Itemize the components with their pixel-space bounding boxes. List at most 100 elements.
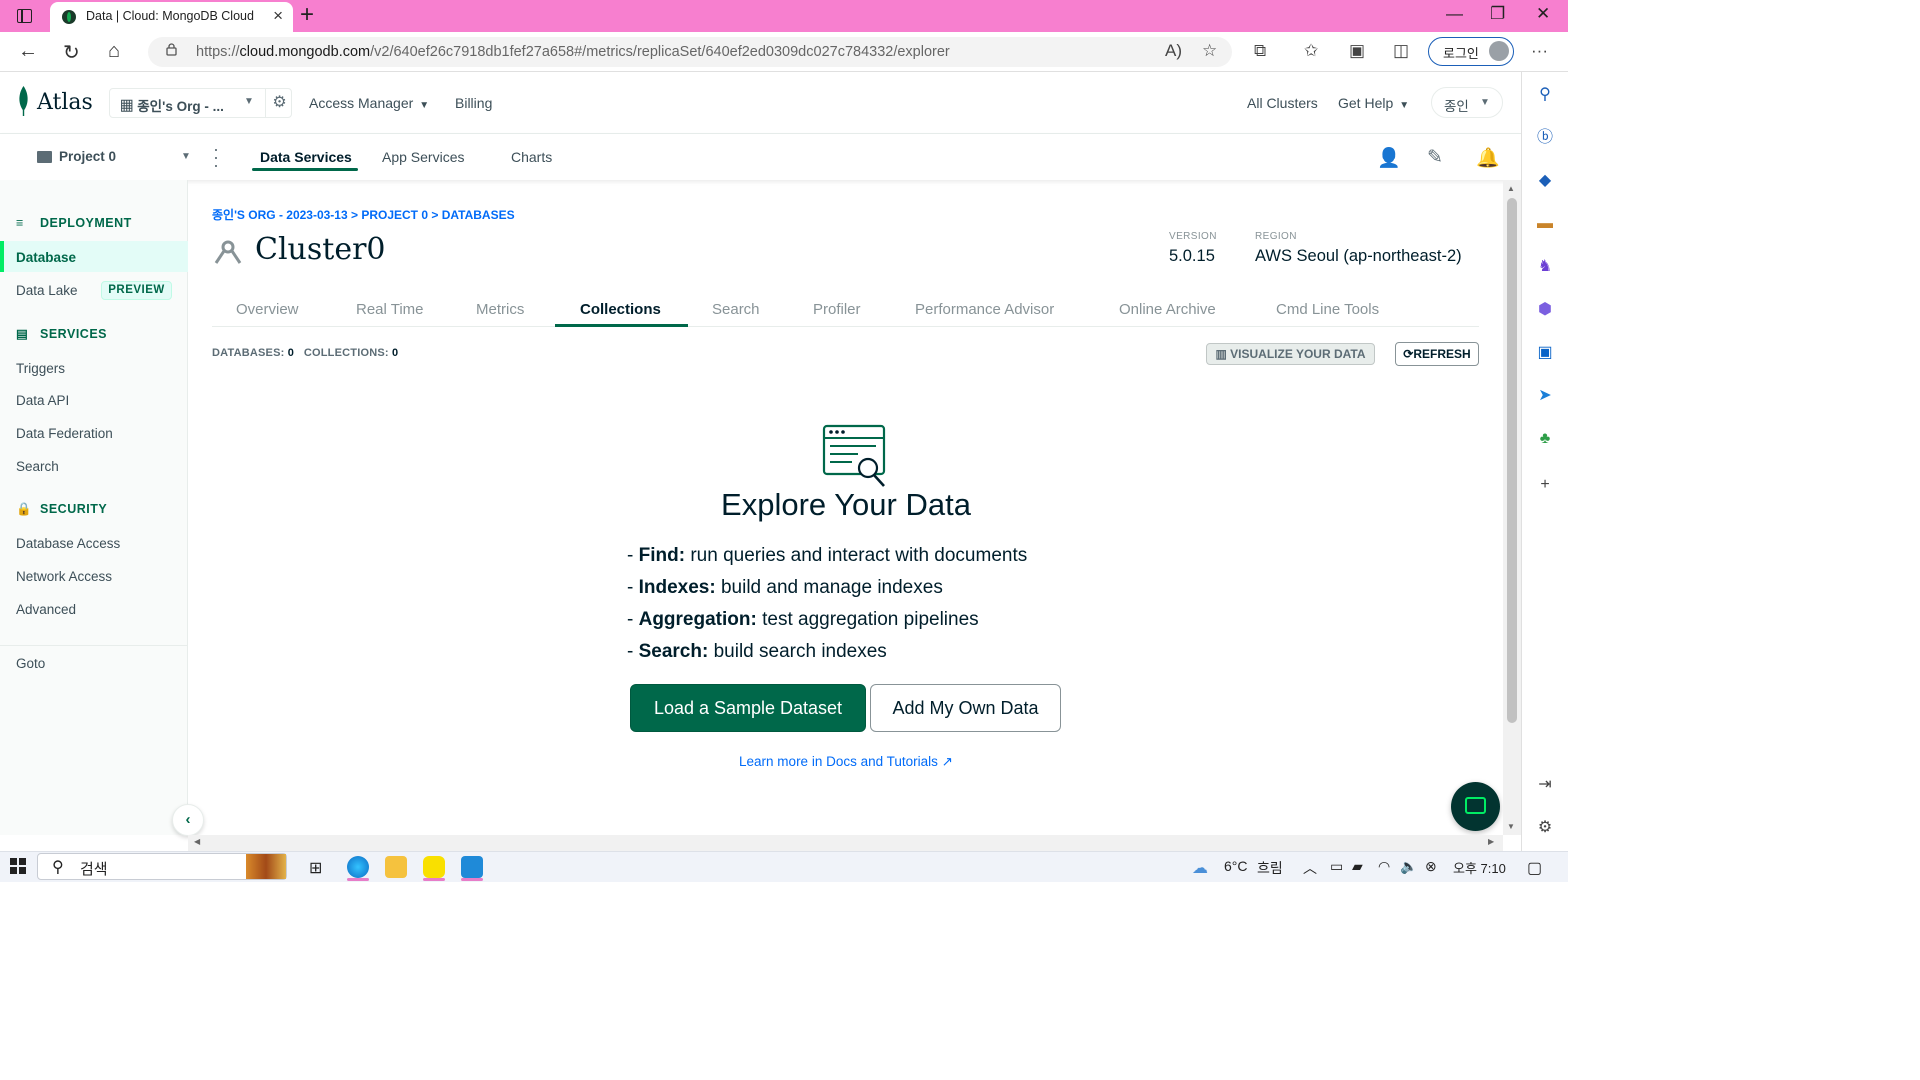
taskbar-search-input[interactable]: ⚲ 검색 <box>37 853 287 880</box>
chevron-down-icon[interactable]: ▼ <box>181 151 191 162</box>
vertical-scrollbar[interactable]: ▲ ▼ <box>1503 180 1521 835</box>
outlook-icon[interactable]: ▣ <box>1535 343 1555 363</box>
tree-icon[interactable]: ♣ <box>1535 429 1555 449</box>
browser-tab[interactable]: Data | Cloud: MongoDB Cloud × <box>50 2 293 32</box>
tab-collections[interactable]: Collections <box>580 301 661 318</box>
tab-close-icon[interactable]: × <box>273 6 283 26</box>
bell-icon[interactable]: 🔔 <box>1476 146 1500 170</box>
games-icon[interactable]: ♞ <box>1535 257 1555 277</box>
windows-start-icon[interactable] <box>10 858 26 874</box>
tab-actions-icon[interactable] <box>17 9 32 23</box>
sidebar-item-search[interactable]: Search <box>16 459 59 474</box>
weather-temp[interactable]: 6°C <box>1224 858 1248 874</box>
tab-data-services[interactable]: Data Services <box>260 149 352 165</box>
read-aloud-icon[interactable]: A) <box>1165 41 1182 61</box>
more-menu-icon[interactable]: ··· <box>1531 41 1548 61</box>
get-help-menu[interactable]: Get Help ▼ <box>1338 95 1409 111</box>
sidebar-item-data-lake[interactable]: Data Lake <box>16 283 78 298</box>
sidebar-item-database[interactable]: Database <box>16 250 76 265</box>
search-icon[interactable]: ⚲ <box>1535 85 1555 105</box>
url-field[interactable]: https://cloud.mongodb.com/v2/640ef26c791… <box>148 37 1232 67</box>
restore-icon[interactable]: ❐ <box>1490 4 1505 24</box>
edge-feature-icon[interactable]: ◫ <box>1393 41 1409 61</box>
shopping-tag-icon[interactable]: ◆ <box>1535 171 1555 191</box>
volume-icon[interactable]: 🔈 <box>1400 858 1417 875</box>
breadcrumb[interactable]: 종인'S ORG - 2023-03-13 > PROJECT 0 > DATA… <box>212 206 515 223</box>
no-sound-icon[interactable]: ⊗ <box>1425 858 1437 875</box>
active-tab-indicator <box>555 324 688 327</box>
search-highlight-image <box>246 854 286 879</box>
refresh-button[interactable]: ⟳REFRESH <box>1395 342 1479 366</box>
office-icon[interactable]: ⬢ <box>1535 300 1555 320</box>
favorites-icon[interactable]: ✩ <box>1304 41 1318 61</box>
task-view-icon[interactable]: ⊞ <box>309 858 322 878</box>
sidebar-item-goto[interactable]: Goto <box>16 656 45 671</box>
load-sample-dataset-button[interactable]: Load a Sample Dataset <box>630 684 866 732</box>
tab-performance-advisor[interactable]: Performance Advisor <box>915 301 1054 318</box>
sidebar-toggle-icon[interactable]: ⇥ <box>1535 775 1555 795</box>
vscode-icon[interactable] <box>461 856 483 878</box>
favorite-add-icon[interactable]: ☆ <box>1202 41 1217 61</box>
invite-user-icon[interactable]: 👤 <box>1377 146 1401 170</box>
sidebar-item-triggers[interactable]: Triggers <box>16 361 65 376</box>
collapse-sidebar-button[interactable]: ‹ <box>172 804 204 836</box>
notification-icon[interactable]: ▢ <box>1527 858 1542 878</box>
billing-link[interactable]: Billing <box>455 95 492 111</box>
tab-overview[interactable]: Overview <box>236 301 299 318</box>
add-own-data-button[interactable]: Add My Own Data <box>870 684 1061 732</box>
scroll-thumb[interactable] <box>1507 198 1517 723</box>
tab-cmd-line-tools[interactable]: Cmd Line Tools <box>1276 301 1379 318</box>
lock-icon[interactable] <box>166 43 177 56</box>
collections-icon[interactable]: ▣ <box>1349 41 1365 61</box>
clock[interactable]: 오후 7:10 <box>1453 858 1506 877</box>
gear-icon[interactable]: ⚙ <box>1535 818 1555 838</box>
sidebar-item-data-federation[interactable]: Data Federation <box>16 426 113 441</box>
visualize-data-button[interactable]: ▥ VISUALIZE YOUR DATA <box>1206 343 1375 365</box>
gear-icon[interactable]: ⚙ <box>265 89 293 117</box>
close-window-icon[interactable]: ✕ <box>1536 4 1550 24</box>
add-icon[interactable]: + <box>1535 475 1555 495</box>
meet-icon[interactable]: ▭ <box>1330 858 1343 875</box>
activity-feed-icon[interactable]: ✎ <box>1427 146 1443 169</box>
learn-more-link[interactable]: Learn more in Docs and Tutorials ↗ <box>0 754 1692 770</box>
chevron-up-icon[interactable]: ︿ <box>1303 858 1317 878</box>
extensions-icon[interactable]: ⧉ <box>1254 41 1266 61</box>
sidebar-item-database-access[interactable]: Database Access <box>16 536 120 551</box>
refresh-icon[interactable]: ↻ <box>63 40 80 65</box>
bing-icon[interactable]: ⓑ <box>1535 128 1555 148</box>
battery-icon[interactable]: ▰ <box>1352 858 1363 875</box>
home-icon[interactable]: ⌂ <box>108 40 120 63</box>
sidebar-item-data-api[interactable]: Data API <box>16 393 69 408</box>
project-selector[interactable]: Project 0 <box>59 149 116 164</box>
kakaotalk-icon[interactable] <box>423 856 445 878</box>
profile-button[interactable]: 로그인 <box>1428 37 1514 66</box>
tab-metrics[interactable]: Metrics <box>476 301 524 318</box>
send-icon[interactable]: ➤ <box>1535 386 1555 406</box>
file-explorer-icon[interactable] <box>385 856 407 878</box>
tab-profiler[interactable]: Profiler <box>813 301 861 318</box>
services-icon: ▤ <box>16 327 29 341</box>
project-more-icon[interactable]: · · · <box>212 140 220 174</box>
tab-real-time[interactable]: Real Time <box>356 301 424 318</box>
back-icon[interactable]: ← <box>18 40 38 63</box>
tab-search[interactable]: Search <box>712 301 760 318</box>
edge-app-icon[interactable] <box>347 856 369 878</box>
new-tab-icon[interactable]: + <box>300 1 314 29</box>
tab-online-archive[interactable]: Online Archive <box>1119 301 1216 318</box>
tools-icon[interactable]: ▬ <box>1535 214 1555 234</box>
weather-desc[interactable]: 흐림 <box>1257 858 1283 878</box>
chat-support-button[interactable] <box>1451 782 1500 831</box>
user-menu[interactable]: 종인 ▼ <box>1431 87 1503 118</box>
tab-charts[interactable]: Charts <box>511 149 552 165</box>
minimize-icon[interactable]: — <box>1446 4 1463 24</box>
sidebar-item-advanced[interactable]: Advanced <box>16 602 76 617</box>
cloud-weather-icon[interactable]: ☁ <box>1192 858 1208 878</box>
wifi-icon[interactable]: ◠ <box>1378 858 1390 875</box>
sidebar-item-network-access[interactable]: Network Access <box>16 569 112 584</box>
horizontal-scrollbar[interactable]: ◀ ▶ <box>188 835 1503 851</box>
all-clusters-link[interactable]: All Clusters <box>1247 95 1318 111</box>
org-selector[interactable]: ▦ 종인's Org - ... ▼ ⚙ <box>109 88 292 118</box>
atlas-logo[interactable]: Atlas <box>37 90 93 115</box>
tab-app-services[interactable]: App Services <box>382 149 464 165</box>
access-manager-menu[interactable]: Access Manager ▼ <box>309 95 429 111</box>
